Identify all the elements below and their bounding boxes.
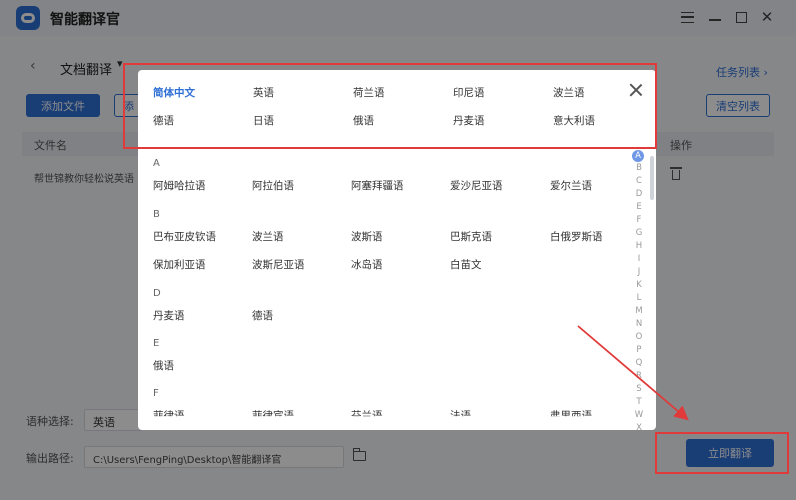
alpha-index-letter[interactable]: H <box>632 241 646 251</box>
language-item[interactable]: 爱沙尼亚语 <box>450 178 503 193</box>
group-letter-d: D <box>153 288 161 299</box>
language-item[interactable]: 阿拉伯语 <box>252 178 294 193</box>
alpha-index-letter[interactable]: B <box>632 163 646 173</box>
language-item[interactable]: 波斯尼亚语 <box>252 257 305 272</box>
alpha-index-letter[interactable]: P <box>632 345 646 355</box>
language-item[interactable]: 巴斯克语 <box>450 229 492 244</box>
alpha-index-letter[interactable]: L <box>632 293 646 303</box>
alpha-index-letter[interactable]: Q <box>632 358 646 368</box>
alpha-index-letter[interactable]: X <box>632 423 646 430</box>
group-letter-e: E <box>153 338 160 349</box>
alpha-index-letter[interactable]: W <box>632 410 646 420</box>
language-item[interactable]: 保加利亚语 <box>153 257 206 272</box>
language-item[interactable]: 阿塞拜疆语 <box>351 178 404 193</box>
alpha-index-letter[interactable]: J <box>632 267 646 277</box>
language-item[interactable]: 爱尔兰语 <box>550 178 592 193</box>
alpha-index-letter[interactable]: A <box>632 150 644 162</box>
alpha-index-letter[interactable]: F <box>632 215 646 225</box>
language-item[interactable]: 丹麦语 <box>153 308 185 323</box>
alpha-index-letter[interactable]: E <box>632 202 646 212</box>
alpha-index-letter[interactable]: N <box>632 319 646 329</box>
scrollbar[interactable] <box>650 156 654 200</box>
alpha-index-letter[interactable]: S <box>632 384 646 394</box>
language-item[interactable]: 冰岛语 <box>351 257 383 272</box>
language-item[interactable]: 法语 <box>450 408 471 416</box>
alpha-index-letter[interactable]: O <box>632 332 646 342</box>
alpha-index-letter[interactable]: M <box>632 306 646 316</box>
language-item[interactable]: 德语 <box>252 308 273 323</box>
language-item[interactable]: 阿姆哈拉语 <box>153 178 206 193</box>
alpha-index-letter[interactable]: C <box>632 176 646 186</box>
alpha-index-letter[interactable]: D <box>632 189 646 199</box>
language-item[interactable]: 白苗文 <box>450 257 482 272</box>
group-letter-b: B <box>153 209 160 220</box>
language-item[interactable]: 俄语 <box>153 358 174 373</box>
alpha-index-letter[interactable]: R <box>632 371 646 381</box>
language-item[interactable]: 巴布亚皮钦语 <box>153 229 216 244</box>
highlight-box-common-languages <box>123 63 657 149</box>
language-item[interactable]: 波兰语 <box>252 229 284 244</box>
group-letter-a: A <box>153 158 160 169</box>
alpha-index-letter[interactable]: I <box>632 254 646 264</box>
alpha-index-letter[interactable]: K <box>632 280 646 290</box>
highlight-box-translate-button <box>655 432 789 474</box>
alpha-index-letter[interactable]: G <box>632 228 646 238</box>
group-letter-f: F <box>153 388 159 399</box>
language-item[interactable]: 白俄罗斯语 <box>550 229 603 244</box>
language-item[interactable]: 波斯语 <box>351 229 383 244</box>
language-item[interactable]: 弗里西语 <box>550 408 592 416</box>
language-item[interactable]: 菲律宾语 <box>252 408 294 416</box>
language-item[interactable]: 菲律语 <box>153 408 185 416</box>
alpha-index-letter[interactable]: T <box>632 397 646 407</box>
language-item[interactable]: 芬兰语 <box>351 408 383 416</box>
